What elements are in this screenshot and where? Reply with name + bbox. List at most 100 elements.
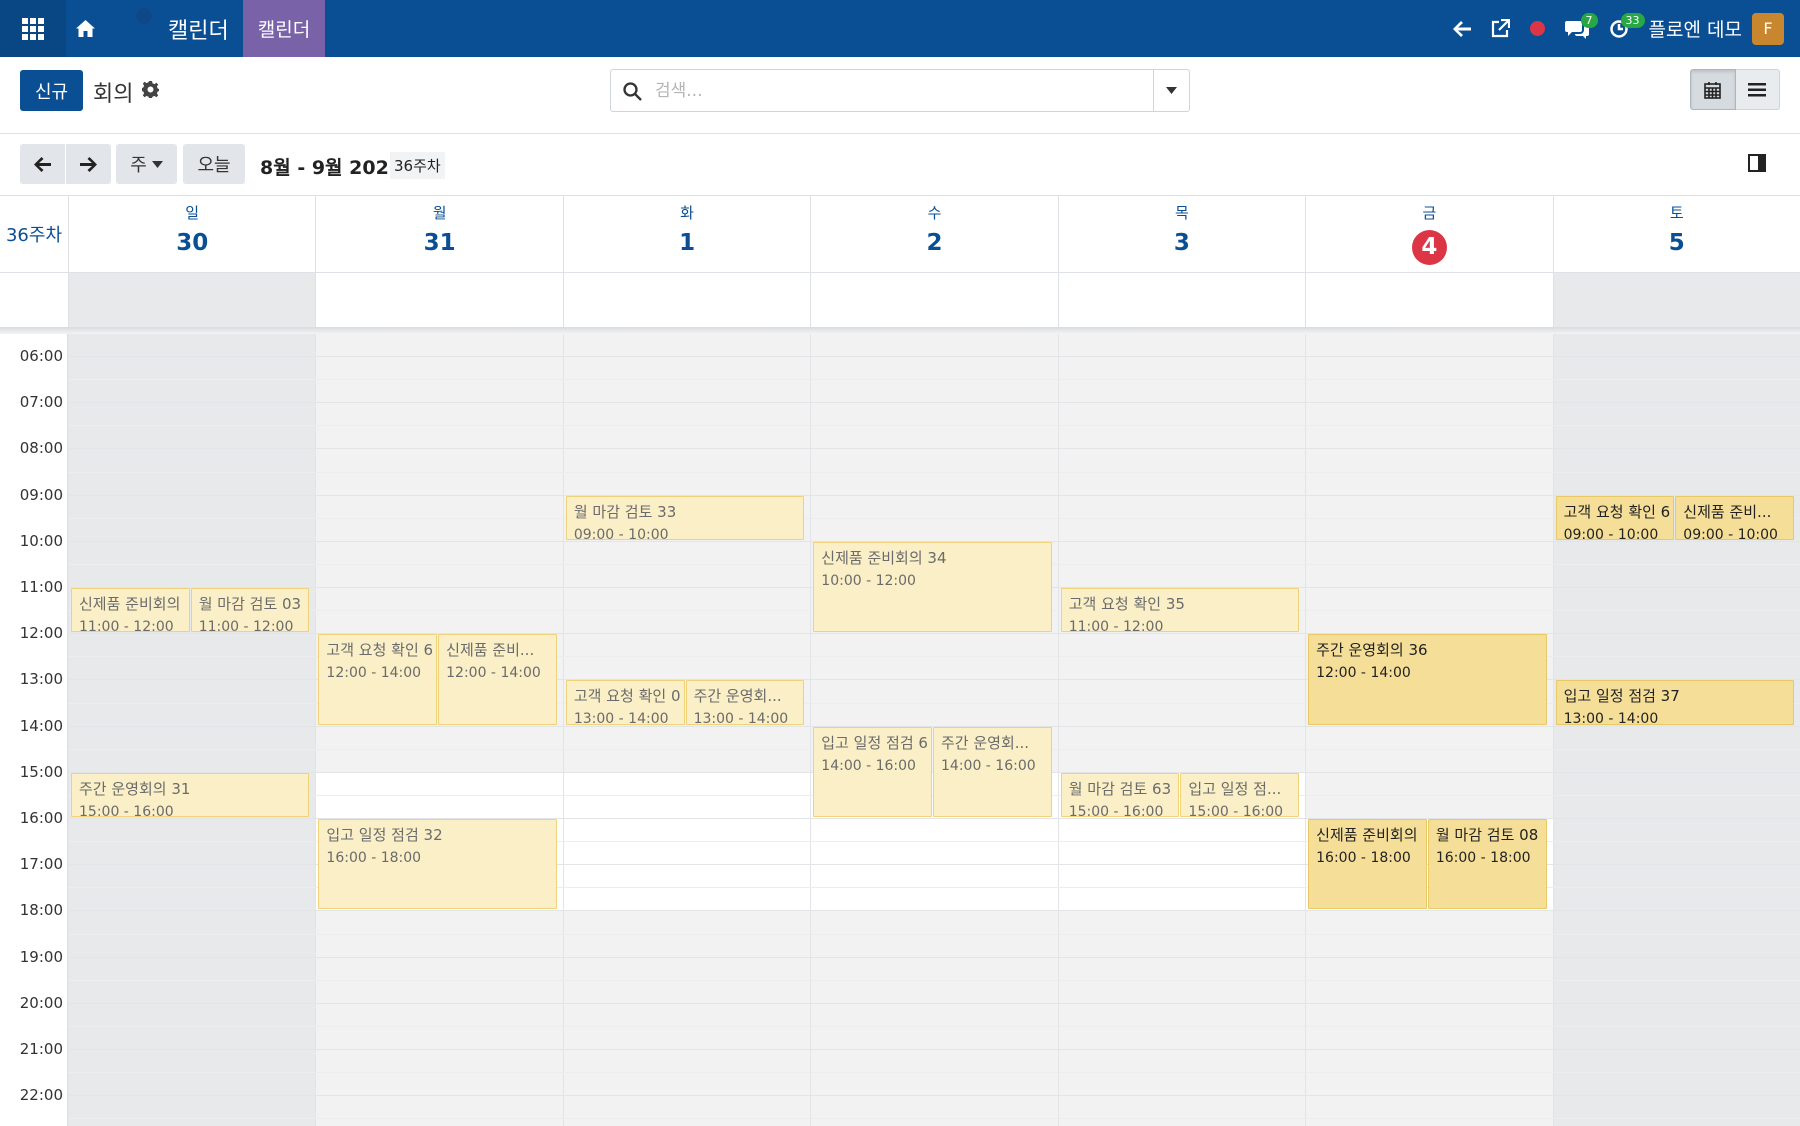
time-label: 12:00 <box>19 624 63 643</box>
caret-down-icon <box>1166 87 1177 94</box>
activities-button[interactable]: 33 <box>1599 0 1645 57</box>
calendar-event[interactable]: 신제품 준비회의 34 10:00 - 12:00 <box>813 541 1052 633</box>
half-hour-line <box>68 425 1800 427</box>
calendar-event[interactable]: 입고 일정 점검 6 14:00 - 16:00 <box>813 726 932 817</box>
next-button[interactable] <box>66 144 111 184</box>
time-label: 22:00 <box>19 1086 63 1105</box>
brand-label: 캘린더 <box>168 18 229 44</box>
calendar-event[interactable]: 입고 일정 점검 37 13:00 - 14:00 <box>1555 680 1794 725</box>
calendar-event[interactable]: 고객 요청 확인 35 11:00 - 12:00 <box>1060 588 1300 633</box>
external-link-icon <box>1491 19 1510 38</box>
event-title: 고객 요청 확인 35 <box>1068 595 1185 613</box>
arrow-right-icon <box>80 156 97 172</box>
time-gutter: 06:00 07:00 08:00 09:00 10:00 11:00 12:00 13:00… <box>0 334 68 1126</box>
previous-button[interactable] <box>20 144 65 184</box>
time-label: 18:00 <box>19 901 63 920</box>
half-hour-line <box>68 979 1800 981</box>
list-view-button[interactable] <box>1735 69 1780 110</box>
event-time: 16:00 - 18:00 <box>1316 850 1411 866</box>
day-column[interactable] <box>315 334 562 1126</box>
all-day-cell[interactable] <box>1057 272 1306 327</box>
all-day-cell[interactable] <box>810 272 1058 327</box>
calendar-event[interactable]: 고객 요청 확인 0 13:00 - 14:00 <box>565 680 685 725</box>
hour-line <box>68 910 1800 912</box>
back-button[interactable] <box>1443 0 1481 57</box>
calendar-event[interactable]: 신제품 준비회의 11:00 - 12:00 <box>71 588 190 633</box>
calendar-event[interactable]: 고객 요청 확인 6 12:00 - 14:00 <box>318 634 438 725</box>
calendar-event[interactable]: 월 마감 검토 63 15:00 - 16:00 <box>1060 772 1180 817</box>
day-header[interactable]: 수2 <box>810 196 1057 272</box>
event-time: 15:00 - 16:00 <box>1068 803 1164 817</box>
day-column[interactable] <box>68 334 315 1126</box>
scale-dropdown[interactable]: 주 <box>116 144 177 184</box>
calendar-event[interactable]: 입고 일정 점... 15:00 - 16:00 <box>1180 772 1300 817</box>
calendar-event[interactable]: 신제품 준비... 12:00 - 14:00 <box>438 634 557 725</box>
search-options-toggle[interactable] <box>1153 70 1189 111</box>
day-date: 1 <box>679 230 696 256</box>
event-time: 11:00 - 12:00 <box>198 619 294 633</box>
calendar-event[interactable]: 주간 운영회의 31 15:00 - 16:00 <box>71 772 310 817</box>
day-header[interactable]: 월 31 <box>315 196 562 272</box>
sidebar-toggle-icon[interactable] <box>1748 154 1766 172</box>
all-day-cell[interactable] <box>1552 272 1800 327</box>
all-day-cell[interactable] <box>562 272 811 327</box>
app-brand[interactable]: 캘린더 <box>104 0 243 57</box>
hour-line <box>68 494 1800 496</box>
all-day-cell[interactable] <box>315 272 563 327</box>
today-button[interactable]: 오늘 <box>183 144 245 184</box>
gear-icon[interactable] <box>142 81 159 98</box>
user-menu[interactable]: 플로엔 데모 <box>1639 0 1752 57</box>
time-label: 08:00 <box>19 439 63 458</box>
hour-line <box>68 956 1800 958</box>
calendar-event[interactable]: 신제품 준비... 09:00 - 10:00 <box>1675 495 1794 540</box>
time-label: 09:00 <box>19 485 63 504</box>
breadcrumb: 회의 <box>93 82 134 107</box>
app-menu-button[interactable] <box>0 0 66 57</box>
new-button[interactable]: 신규 <box>20 70 83 111</box>
all-day-cell[interactable] <box>68 272 316 327</box>
calendar-event[interactable]: 주간 운영회... 14:00 - 16:00 <box>933 726 1052 817</box>
day-column[interactable] <box>562 334 810 1126</box>
day-header[interactable]: 금4 <box>1305 196 1552 272</box>
day-header[interactable]: 토5 <box>1552 196 1800 272</box>
day-header[interactable]: 일 30 <box>68 196 315 272</box>
calendar-event[interactable]: 월 마감 검토 03 11:00 - 12:00 <box>190 588 310 633</box>
event-time: 12:00 - 14:00 <box>1316 665 1411 682</box>
day-column[interactable] <box>1057 334 1305 1126</box>
navbar-systray: 7 33 플로엔 데모 F <box>1443 0 1800 57</box>
event-time: 09:00 - 10:00 <box>573 526 669 540</box>
event-time: 13:00 - 14:00 <box>573 711 669 725</box>
day-header[interactable]: 목3 <box>1057 196 1305 272</box>
event-title: 신제품 준비... <box>1683 502 1772 521</box>
time-label: 11:00 <box>19 578 63 596</box>
messages-button[interactable]: 7 <box>1555 0 1599 57</box>
calendar-event[interactable]: 입고 일정 점검 32 16:00 - 18:00 <box>318 819 557 910</box>
half-hour-line <box>68 1025 1800 1027</box>
calendar-event[interactable]: 주간 운영회... 13:00 - 14:00 <box>685 680 805 725</box>
date-range-label: 8월 - 9월 2026 <box>260 157 403 179</box>
recording-indicator[interactable] <box>1520 0 1555 57</box>
day-column[interactable] <box>1552 334 1800 1126</box>
calendar-event[interactable]: 월 마감 검토 08 16:00 - 18:00 <box>1427 819 1547 910</box>
half-hour-line <box>68 379 1800 381</box>
menu-calendar[interactable]: 캘린더 <box>242 0 326 57</box>
avatar[interactable]: F <box>1752 12 1784 45</box>
home-button[interactable] <box>66 0 104 57</box>
hour-line <box>68 1002 1800 1004</box>
calendar-event[interactable]: 신제품 준비회의 16:00 - 18:00 <box>1308 819 1427 910</box>
calendar-event[interactable]: 월 마감 검토 33 09:00 - 10:00 <box>565 495 805 540</box>
open-external-button[interactable] <box>1481 0 1520 57</box>
calendar-event[interactable]: 고객 요청 확인 6 09:00 - 10:00 <box>1555 495 1675 540</box>
day-header[interactable]: 화1 <box>562 196 810 272</box>
time-label: 15:00 <box>19 762 63 781</box>
all-day-cell[interactable] <box>1305 272 1553 327</box>
grid-icon <box>22 17 44 40</box>
calendar-view-button[interactable] <box>1690 69 1736 110</box>
search-input[interactable] <box>655 76 1125 106</box>
user-name: 플로엔 데모 <box>1648 19 1742 41</box>
caret-down-icon <box>151 160 163 168</box>
calendar-event[interactable]: 주간 운영회의 36 12:00 - 14:00 <box>1308 634 1547 725</box>
day-name: 화 <box>680 204 694 222</box>
day-column[interactable] <box>1305 334 1552 1126</box>
menu-calendar-label: 캘린더 <box>257 19 311 41</box>
